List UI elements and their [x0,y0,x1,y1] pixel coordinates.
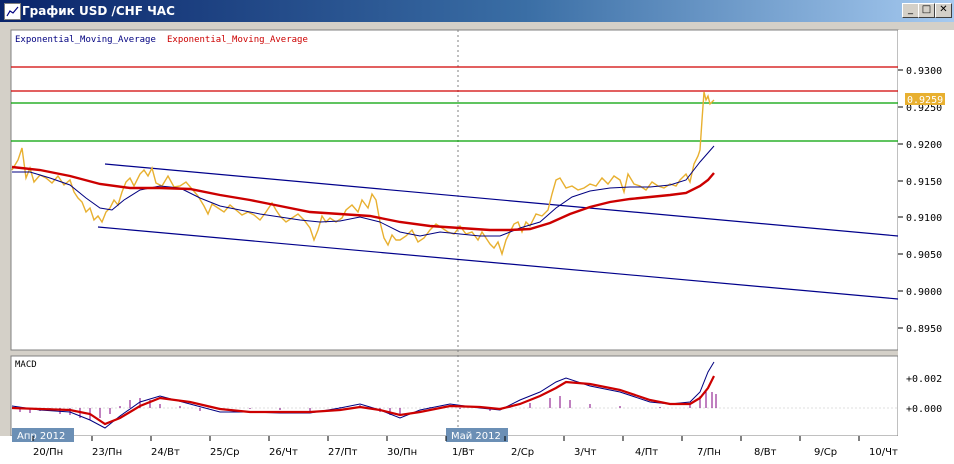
main-panel [10,29,899,351]
time-label: 8/Вт [754,447,777,458]
chart-icon [4,3,21,20]
price-tick: 0.9050 [906,250,942,261]
macd-panel [10,355,899,437]
price-tick: 0.8950 [906,324,942,335]
macd-tick: +0.002 [906,374,942,385]
price-tick: 0.9300 [906,66,942,77]
time-label: 27/Пт [328,447,358,458]
macd-title: MACD [15,360,37,370]
chart-window: График USD /CHF ЧАС _ □ ✕ 0.9300 0.9250 … [0,0,954,464]
time-label: 26/Чт [269,447,298,458]
close-button[interactable]: ✕ [935,3,952,18]
time-label: 9/Ср [814,447,837,458]
time-label: 30/Пн [387,447,417,458]
month-label: Апр 2012 [17,431,65,442]
time-label: 7/Пн [697,447,721,458]
time-label: 24/Вт [151,447,180,458]
month-label: Май 2012 [451,431,501,442]
price-tick: 0.9000 [906,287,942,298]
price-tick: 0.9200 [906,140,942,151]
time-label: 25/Ср [210,447,239,458]
price-tick: 0.9100 [906,213,942,224]
current-price-value: 0.9259 [907,95,943,106]
minimize-button[interactable]: _ [902,3,919,18]
time-label: 20/Пн [33,447,63,458]
time-label: 4/Пт [635,447,658,458]
time-label: 23/Пн [92,447,122,458]
price-tick: 0.9150 [906,177,942,188]
maximize-button[interactable]: □ [918,3,935,18]
time-label: 1/Вт [452,447,475,458]
time-label: 3/Чт [574,447,597,458]
macd-tick: +0.000 [906,404,942,415]
time-label: 10/Чт [869,447,898,458]
legend-ema-fast: Exponential_Moving_Average [15,35,156,45]
legend-ema-slow: Exponential_Moving_Average [167,35,308,45]
chart-area[interactable]: 0.9300 0.9250 0.9200 0.9150 0.9100 0.905… [0,22,954,464]
window-title: График USD /CHF ЧАС [22,4,175,18]
time-label: 2/Ср [511,447,534,458]
title-bar[interactable]: График USD /CHF ЧАС _ □ ✕ [0,0,954,22]
